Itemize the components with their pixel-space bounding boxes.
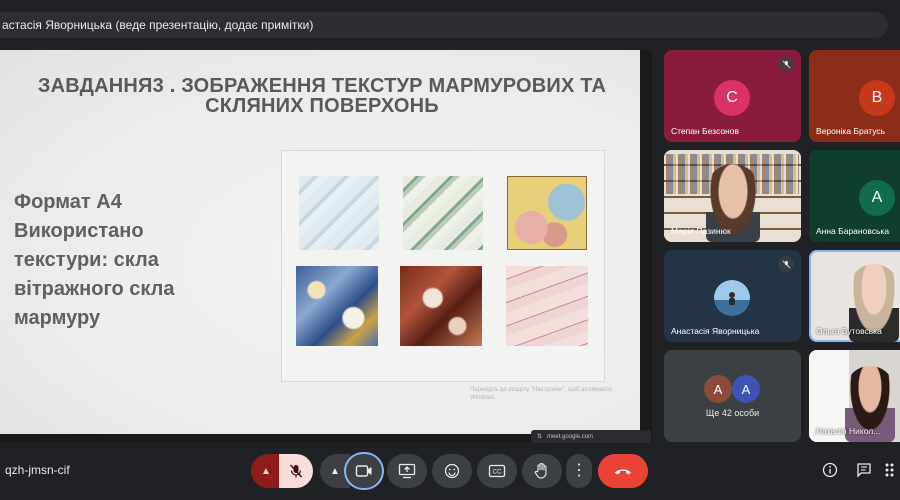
participant-tile[interactable]: В Вероніка Братусь — [809, 50, 900, 142]
microphone-toggle-button[interactable] — [279, 454, 313, 488]
texture-swatch-marble-blue — [296, 266, 378, 346]
meeting-code: qzh-jmsn-cif — [5, 463, 70, 477]
more-options-button[interactable]: ⋮ — [566, 454, 592, 488]
avatar-photo — [714, 280, 750, 316]
present-screen-icon — [398, 463, 416, 479]
share-arrows-icon: ⇅ — [537, 434, 543, 440]
participant-name: Наталія Никол... — [816, 426, 881, 436]
avatar-initial: А — [713, 381, 723, 397]
avatar: С — [714, 80, 750, 116]
avatar: А — [732, 375, 760, 403]
chevron-up-icon: ▲ — [330, 465, 340, 477]
screen-share-indicator[interactable]: ⇅ meet.google.com — [531, 430, 651, 443]
raise-hand-icon — [534, 462, 547, 479]
texture-swatch-marble-pink — [506, 266, 588, 346]
chat-button[interactable] — [854, 460, 874, 480]
info-icon — [822, 462, 838, 478]
avatar-initial: А — [741, 381, 751, 397]
participant-tile[interactable]: С Степан Безсонов — [664, 50, 801, 142]
mic-off-icon — [778, 56, 794, 72]
mic-off-icon — [289, 464, 303, 478]
texture-swatch-stained-glass — [507, 176, 587, 250]
slide-body-line: Використано — [14, 220, 144, 242]
participant-tile[interactable]: А Анна Барановська — [809, 150, 900, 242]
avatar-initial: В — [871, 89, 883, 106]
participant-name: Степан Безсонов — [671, 126, 739, 136]
slide-title-line-2: СКЛЯНИХ ПОВЕРХОНЬ — [205, 95, 439, 117]
meeting-details-button[interactable] — [820, 460, 840, 480]
activities-button[interactable] — [884, 460, 900, 480]
participant-name: Ольга Бутовська — [816, 326, 882, 336]
avatar: А — [859, 180, 895, 216]
captions-button[interactable]: CC — [477, 454, 517, 488]
camera-toggle-button[interactable] — [346, 454, 382, 488]
participant-tile[interactable]: Марія Пазинюк — [664, 150, 801, 242]
leave-call-button[interactable] — [598, 454, 648, 488]
video-camera-icon — [355, 465, 372, 477]
slide-body-line: Формат А4 — [14, 191, 122, 213]
participant-name: Марія Пазинюк — [671, 226, 731, 236]
presentation-slide: ЗАВДАННЯ3 . ЗОБРАЖЕННЯ ТЕКСТУР МАРМУРОВИ… — [0, 50, 640, 434]
audio-settings-chevron-button[interactable]: ▲ — [251, 454, 281, 488]
texture-swatch-marble-brown — [400, 266, 482, 346]
more-participants-tile[interactable]: А А Ще 42 особи — [664, 350, 801, 442]
participant-tile[interactable]: Анастасія Яворницька — [664, 250, 801, 342]
avatar: А — [704, 375, 732, 403]
participant-name: Анна Барановська — [816, 226, 890, 236]
windows-activation-watermark: Перейдіть до розділу "Настройки", щоб ак… — [470, 386, 640, 402]
participant-name: Вероніка Братусь — [816, 126, 886, 136]
hang-up-icon — [615, 469, 631, 475]
avatar-initial: С — [726, 89, 738, 106]
participant-tile[interactable]: Наталія Никол... — [809, 350, 900, 442]
svg-text:CC: CC — [493, 470, 502, 476]
participant-tile-active-speaker[interactable]: Ольга Бутовська — [809, 250, 900, 342]
texture-swatch-glass-blue — [299, 176, 379, 250]
slide-body: Формат А4 Використано текстури: скла віт… — [14, 188, 274, 333]
present-screen-button[interactable] — [387, 454, 427, 488]
apps-grid-icon — [885, 463, 894, 477]
watermark-line-1: Перейдіть до розділу "Настройки", щоб ак… — [470, 387, 612, 393]
presentation-area: ЗАВДАННЯ3 . ЗОБРАЖЕННЯ ТЕКСТУР МАРМУРОВИ… — [0, 50, 652, 442]
slide-body-line: вітражного скла — [14, 278, 175, 300]
slide-title-line-1: ЗАВДАННЯ3 . ЗОБРАЖЕННЯ ТЕКСТУР МАРМУРОВИ… — [37, 75, 607, 97]
avatar: В — [859, 80, 895, 116]
closed-captions-icon: CC — [488, 464, 506, 478]
slide-body-line: мармуру — [14, 307, 101, 329]
texture-artwork-photo — [281, 150, 605, 382]
chat-icon — [857, 463, 871, 478]
more-participants-label: Ще 42 особи — [705, 408, 760, 418]
more-vert-icon: ⋮ — [571, 462, 587, 479]
meeting-controls-bar: qzh-jmsn-cif ▲ ▲ CC ⋮ — [0, 448, 900, 500]
participant-name: Анастасія Яворницька — [671, 326, 760, 336]
watermark-line-2: Windows. — [470, 395, 497, 401]
avatar-initial: А — [871, 189, 883, 206]
raise-hand-button[interactable] — [522, 454, 562, 488]
slide-body-line: текстури: скла — [14, 249, 159, 271]
reactions-button[interactable] — [432, 454, 472, 488]
presenter-banner-label: астасія Яворницька (веде презентацію, до… — [2, 18, 314, 32]
texture-swatch-glass-green — [403, 176, 483, 250]
share-pill-label: meet.google.com — [547, 433, 594, 440]
presenter-banner: астасія Яворницька (веде презентацію, до… — [0, 12, 888, 38]
emoji-icon — [444, 463, 460, 479]
mic-off-icon — [778, 256, 794, 272]
slide-title: ЗАВДАННЯ3 . ЗОБРАЖЕННЯ ТЕКСТУР МАРМУРОВИ… — [4, 76, 640, 116]
chevron-up-icon: ▲ — [261, 465, 271, 477]
